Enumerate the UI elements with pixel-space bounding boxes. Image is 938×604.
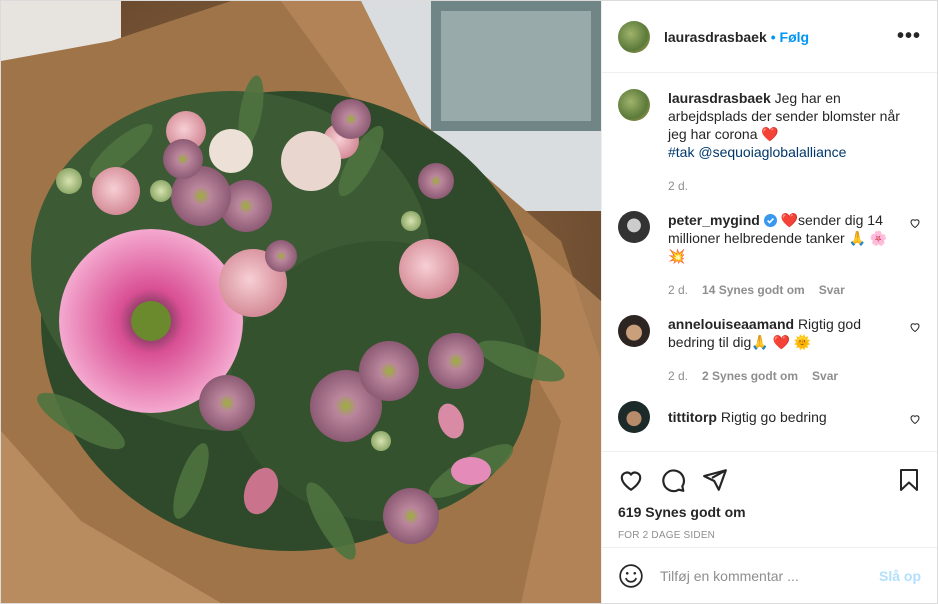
save-bookmark-icon[interactable] — [897, 467, 921, 493]
share-paper-plane-icon[interactable] — [702, 467, 728, 493]
comment-username[interactable]: annelouiseaamand — [668, 316, 794, 332]
emoji-smiley-icon[interactable] — [618, 563, 644, 589]
bouquet-photo — [1, 1, 601, 603]
heart-emoji: ❤️ — [761, 126, 779, 142]
comment-time[interactable]: 2 d. — [668, 281, 688, 299]
comment-time[interactable]: 2 d. — [668, 367, 688, 385]
comment: annelouiseaamand Rigtig god bedring til … — [618, 315, 921, 385]
post-header: laurasdrasbaek • Følg ••• — [602, 1, 937, 73]
comment: tittitorp Rigtig go bedring — [618, 401, 921, 433]
comment: peter_mygind ❤️sender dig 14 millioner h… — [618, 211, 921, 299]
like-comment-heart-icon[interactable] — [909, 321, 921, 333]
comment-avatar[interactable] — [618, 315, 650, 347]
comment-avatar[interactable] — [618, 401, 650, 433]
author-avatar[interactable] — [618, 20, 650, 53]
post-photo[interactable] — [1, 1, 601, 603]
like-heart-icon[interactable] — [618, 467, 644, 493]
post-side-panel: laurasdrasbaek • Følg ••• laurasdrasbaek… — [601, 1, 937, 603]
comment-avatar[interactable] — [618, 211, 650, 243]
caption-username[interactable]: laurasdrasbaek — [668, 90, 771, 106]
comment-likes[interactable]: 2 Synes godt om — [702, 367, 798, 385]
post-modal: laurasdrasbaek • Følg ••• laurasdrasbaek… — [0, 0, 938, 604]
reply-button[interactable]: Svar — [812, 367, 838, 385]
hashtag-link[interactable]: #tak — [668, 144, 694, 160]
comments-list[interactable]: laurasdrasbaek Jeg har en arbejdsplads d… — [602, 73, 937, 451]
reply-button[interactable]: Svar — [819, 281, 845, 299]
author-username[interactable]: laurasdrasbaek — [664, 29, 767, 45]
like-count[interactable]: 619 Synes godt om — [618, 504, 921, 520]
comment-input[interactable] — [658, 566, 879, 585]
caption-time[interactable]: 2 d. — [668, 177, 688, 195]
verified-badge-icon — [763, 214, 777, 227]
comment-likes[interactable]: 14 Synes godt om — [702, 281, 805, 299]
caption: laurasdrasbaek Jeg har en arbejdsplads d… — [618, 89, 921, 195]
more-options-icon[interactable]: ••• — [897, 25, 921, 48]
comment-username[interactable]: tittitorp — [668, 409, 717, 425]
comment-username[interactable]: peter_mygind — [668, 212, 760, 228]
posted-time[interactable]: FOR 2 DAGE SIDEN — [618, 530, 921, 541]
post-comment-button[interactable]: Slå op — [879, 568, 921, 584]
mention-link[interactable]: @sequoiaglobalalliance — [698, 144, 846, 160]
comment-bubble-icon[interactable] — [660, 467, 686, 493]
like-comment-heart-icon[interactable] — [909, 413, 921, 425]
follow-button[interactable]: • Følg — [771, 29, 809, 45]
caption-avatar[interactable] — [618, 89, 650, 121]
comment-composer: Slå op — [602, 547, 937, 603]
comment-text: Rigtig go bedring — [720, 409, 827, 425]
like-comment-heart-icon[interactable] — [909, 217, 921, 229]
action-bar: 619 Synes godt om FOR 2 DAGE SIDEN — [602, 451, 937, 547]
